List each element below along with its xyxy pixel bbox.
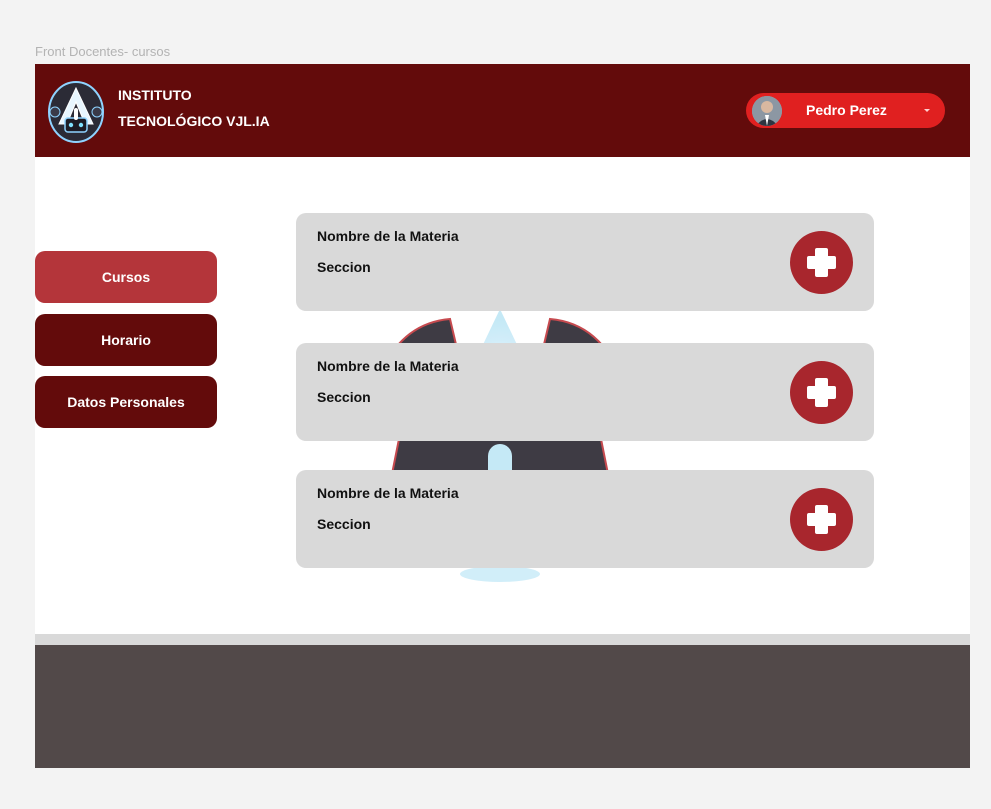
avatar [752, 96, 782, 126]
user-name: Pedro Perez [806, 102, 887, 118]
page-footer [35, 645, 970, 768]
top-header: INSTITUTO TECNOLÓGICO VJL.IA Pedro Perez [35, 64, 970, 157]
add-course-button[interactable] [790, 488, 853, 551]
add-course-button[interactable] [790, 361, 853, 424]
frame-label: Front Docentes- cursos [35, 44, 171, 59]
sidebar-item-label: Cursos [101, 269, 151, 285]
sidebar-item-datos-personales[interactable]: Datos Personales [35, 376, 217, 428]
add-course-button[interactable] [790, 231, 853, 294]
caret-down-icon [924, 109, 930, 112]
user-avatar-icon [752, 96, 782, 126]
sidebar-item-label: Datos Personales [67, 394, 185, 410]
page-frame: INSTITUTO TECNOLÓGICO VJL.IA Pedro Perez [35, 64, 970, 768]
institute-name: INSTITUTO TECNOLÓGICO VJL.IA [118, 82, 270, 134]
course-subject: Nombre de la Materia [317, 358, 459, 374]
course-card: Nombre de la Materia Seccion [296, 343, 874, 441]
course-section: Seccion [317, 516, 371, 532]
course-subject: Nombre de la Materia [317, 485, 459, 501]
course-section: Seccion [317, 389, 371, 405]
course-card: Nombre de la Materia Seccion [296, 470, 874, 568]
course-card: Nombre de la Materia Seccion [296, 213, 874, 311]
plus-icon [807, 378, 836, 407]
sidebar-item-horario[interactable]: Horario [35, 314, 217, 366]
sidebar-item-cursos[interactable]: Cursos [35, 251, 217, 303]
plus-icon [807, 248, 836, 277]
course-section: Seccion [317, 259, 371, 275]
plus-icon [807, 505, 836, 534]
user-menu-button[interactable]: Pedro Perez [746, 93, 945, 128]
footer-divider [35, 634, 970, 645]
brand-line-1: INSTITUTO [118, 87, 192, 103]
brand-line-2: TECNOLÓGICO VJL.IA [118, 113, 270, 129]
course-subject: Nombre de la Materia [317, 228, 459, 244]
robot-logo-icon [48, 81, 104, 143]
sidebar-item-label: Horario [101, 332, 151, 348]
